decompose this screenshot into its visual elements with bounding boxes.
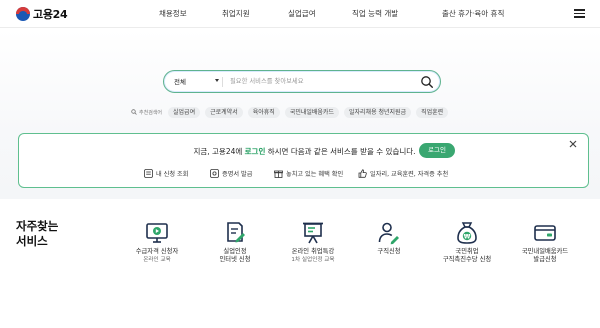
search-small-icon: [131, 109, 137, 115]
keyword-chip[interactable]: 일자리채용 청년지원금: [343, 106, 412, 118]
search-input[interactable]: [230, 75, 410, 88]
list-check-icon: [144, 169, 153, 178]
frequent-services-title: 자주찾는 서비스: [16, 219, 58, 249]
quick-recommendations[interactable]: 일자리, 교육훈련, 자격증 추천: [358, 169, 448, 178]
service-sublabel: 구직촉진수당 신청: [442, 256, 492, 263]
caret-down-icon: [215, 79, 219, 82]
service-learning-card[interactable]: 국민내일배움카드 발급신청: [500, 220, 590, 264]
close-icon[interactable]: [568, 139, 578, 149]
quick-item-label: 내 신청 조회: [156, 171, 189, 178]
main-nav: 채용정보 취업지원 실업급여 직업 능력 개발 출산 휴가·육아 휴직: [0, 8, 600, 22]
nav-item-skills-development[interactable]: 직업 능력 개발: [352, 8, 398, 19]
service-label: 국민내일배움카드: [521, 248, 569, 255]
search-bar: 전체: [163, 70, 441, 93]
service-unemployment-recognition[interactable]: 실업인정 인터넷 신청: [190, 220, 280, 264]
login-message-suffix: 하시면 다음과 같은 서비스를 받을 수 있습니다.: [267, 147, 416, 156]
recommended-label-text: 추천검색어: [139, 109, 163, 116]
person-pen-icon: [378, 222, 399, 245]
login-message: 지금, 고용24에 로그인 하시면 다음과 같은 서비스를 받을 수 있습니다.: [19, 146, 590, 157]
login-button[interactable]: 로그인: [419, 143, 455, 158]
keyword-chip[interactable]: 직업훈련: [416, 106, 449, 118]
keyword-chip[interactable]: 국민내일배움카드: [284, 106, 339, 118]
keyword-chip[interactable]: 실업급여: [168, 106, 201, 118]
service-label: 실업인정: [223, 248, 247, 255]
service-sublabel: 온라인 교육: [143, 257, 171, 263]
search-divider: [222, 77, 223, 87]
monitor-play-icon: [146, 223, 168, 243]
quick-item-label: 놓치고 있는 혜택 확인: [286, 171, 344, 178]
service-sublabel: 인터넷 신청: [219, 256, 251, 263]
service-sublabel: 발급신청: [533, 256, 557, 263]
quick-certificate[interactable]: 증명서 발급: [210, 169, 252, 178]
gift-icon: [274, 170, 283, 178]
quick-item-label: 일자리, 교육훈련, 자격증 추천: [370, 171, 449, 178]
recommended-keywords: 추천검색어 실업급여 근로계약서 육아휴직 국민내일배움카드 일자리채용 청년지…: [131, 106, 453, 118]
service-sublabel: 1차 실업인정 교육: [291, 257, 335, 263]
hamburger-menu-icon[interactable]: [574, 9, 585, 18]
thumbs-up-icon: [358, 169, 367, 178]
document-pen-icon: [227, 222, 245, 243]
service-label: 구직신청: [377, 248, 401, 255]
service-label: 국민취업: [455, 248, 479, 255]
service-online-education[interactable]: 수급자격 신청자 온라인 교육: [112, 220, 202, 264]
frequent-title-line1: 자주찾는: [16, 219, 59, 233]
login-banner: 지금, 고용24에 로그인 하시면 다음과 같은 서비스를 받을 수 있습니다.…: [18, 133, 589, 188]
top-header: 고용24 채용정보 취업지원 실업급여 직업 능력 개발 출산 휴가·육아 휴직: [0, 0, 600, 28]
nav-item-jobs[interactable]: 채용정보: [159, 8, 187, 19]
svg-text:₩: ₩: [464, 233, 471, 240]
presentation-board-icon: [303, 222, 323, 244]
nav-item-unemployment-benefit[interactable]: 실업급여: [288, 8, 316, 19]
nav-item-parental-leave[interactable]: 출산 휴가·육아 휴직: [442, 8, 504, 19]
service-job-seeking-allowance[interactable]: ₩ 국민취업 구직촉진수당 신청: [422, 220, 512, 264]
quick-item-label: 증명서 발급: [222, 171, 253, 178]
money-bag-icon: ₩: [457, 222, 477, 244]
keyword-chip[interactable]: 육아휴직: [247, 106, 280, 118]
nav-item-employment-support[interactable]: 취업지원: [222, 8, 250, 19]
recommended-label: 추천검색어: [131, 109, 162, 116]
service-label: 수급자격 신청자: [135, 248, 179, 255]
search-icon[interactable]: [420, 75, 434, 89]
certificate-icon: [210, 169, 219, 178]
service-job-application[interactable]: 구직신청: [344, 220, 434, 256]
login-message-highlight: 로그인: [244, 147, 266, 156]
card-icon: [534, 225, 556, 241]
login-message-prefix: 지금, 고용24에: [193, 147, 243, 156]
search-scope-value: 전체: [174, 78, 186, 86]
keyword-chip[interactable]: 근로계약서: [205, 106, 243, 118]
quick-my-applications[interactable]: 내 신청 조회: [144, 169, 188, 178]
frequent-title-line2: 서비스: [16, 234, 48, 248]
search-scope-select[interactable]: 전체: [174, 76, 219, 88]
quick-missed-benefits[interactable]: 놓치고 있는 혜택 확인: [274, 169, 343, 178]
